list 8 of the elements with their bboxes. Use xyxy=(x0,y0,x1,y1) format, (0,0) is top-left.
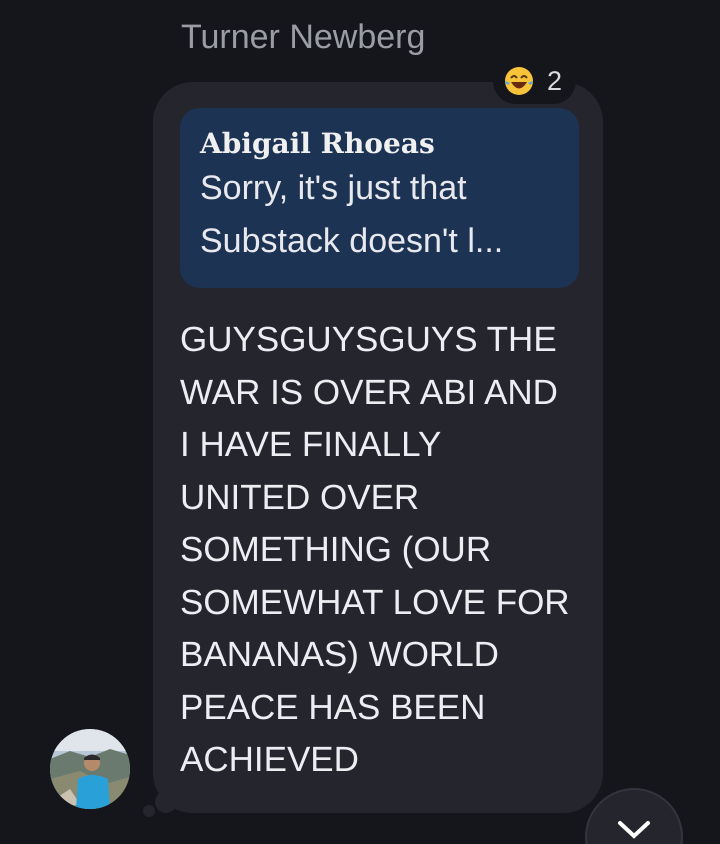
message-text: GUYSGUYSGUYS THE WAR IS OVER ABI AND I HAVE FINALLY UNITED OVER SOMETHING (OUR SOMEWHAT LOVE FOR BANANAS) WORLD PEACE HAS BEEN ACHIEVED xyxy=(180,319,571,781)
quoted-message[interactable]: Abigail Rhoeas Sorry, it's just that Substack doesn't l... xyxy=(180,108,579,288)
laughing-emoji-icon xyxy=(502,65,535,97)
chevron-down-icon xyxy=(617,820,651,840)
quote-text: Sorry, it's just that Substack doesn't l... xyxy=(200,168,504,262)
sender-name: Turner Newberg xyxy=(181,17,426,58)
quote-author: Abigail Rhoeas xyxy=(200,126,436,162)
reaction-count: 2 xyxy=(546,66,562,96)
